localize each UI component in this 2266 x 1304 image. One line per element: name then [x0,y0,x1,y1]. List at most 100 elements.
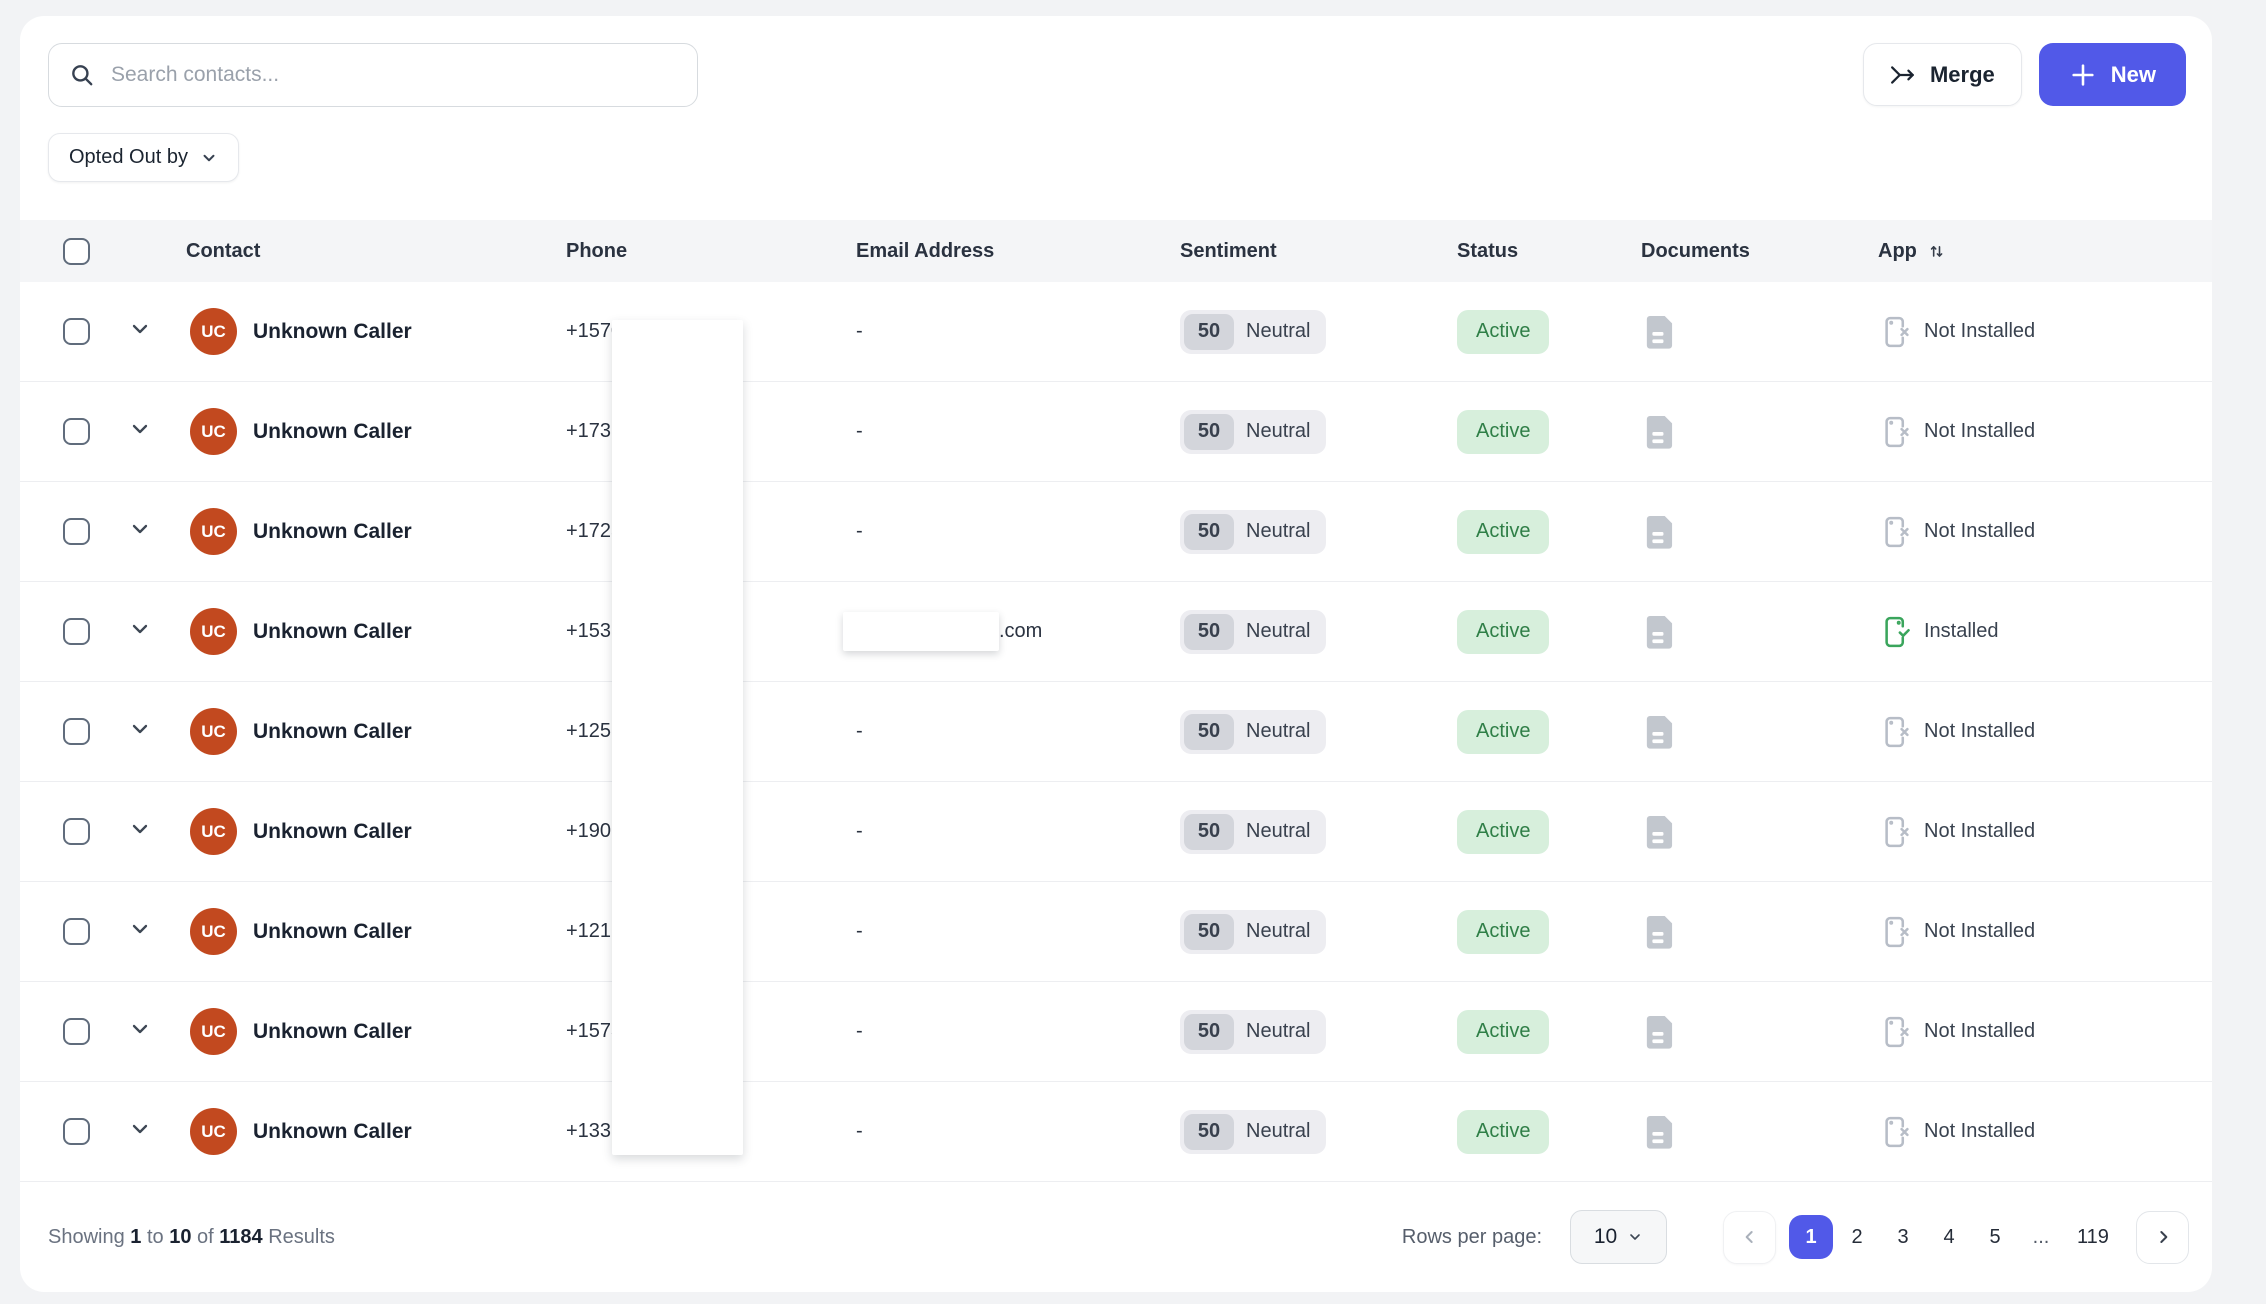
opted-out-by-filter[interactable]: Opted Out by [48,133,239,182]
sentiment-label: Neutral [1246,1120,1310,1143]
row-expand-chevron-icon[interactable] [128,317,152,341]
row-expand-chevron-icon[interactable] [128,1017,152,1041]
contact-cell[interactable]: UC Unknown Caller [186,408,566,455]
page-button[interactable]: 5 [1973,1215,2017,1259]
app-status-label: Not Installed [1924,720,2035,743]
sentiment-label: Neutral [1246,820,1310,843]
contact-name: Unknown Caller [253,520,412,544]
search-box [48,43,698,107]
page-button[interactable]: 2 [1835,1215,1879,1259]
page-button[interactable]: 1 [1789,1215,1833,1259]
sentiment-label: Neutral [1246,920,1310,943]
contact-cell[interactable]: UC Unknown Caller [186,908,566,955]
row-checkbox[interactable] [63,1118,90,1145]
app-status-label: Not Installed [1924,420,2035,443]
email-cell: - [856,1020,1180,1043]
status-badge: Active [1457,910,1549,954]
sentiment-label: Neutral [1246,620,1310,643]
document-icon[interactable] [1645,1113,1882,1151]
row-checkbox[interactable] [63,318,90,345]
row-expand-chevron-icon[interactable] [128,617,152,641]
email-redaction-overlay [843,612,999,651]
sort-icon[interactable] [1927,241,1947,261]
avatar: UC [190,508,237,555]
document-icon[interactable] [1645,713,1882,751]
app-status-label: Not Installed [1924,320,2035,343]
app-not-installed-icon [1882,1114,1912,1150]
filter-label: Opted Out by [69,146,188,169]
page-button[interactable]: 3 [1881,1215,1925,1259]
row-expand-chevron-icon[interactable] [128,717,152,741]
row-expand-chevron-icon[interactable] [128,517,152,541]
app-cell: Not Installed [1882,914,2212,950]
table-row: UC Unknown Caller +1573 - 50 Neutral Act… [20,982,2212,1082]
app-status-label: Not Installed [1924,1020,2035,1043]
contact-cell[interactable]: UC Unknown Caller [186,508,566,555]
prev-page-button[interactable] [1723,1211,1776,1264]
document-icon[interactable] [1645,813,1882,851]
table-row: UC Unknown Caller +1216 - 50 Neutral Act… [20,882,2212,982]
new-label: New [2111,62,2156,88]
app-status-label: Not Installed [1924,1120,2035,1143]
app-not-installed-icon [1882,814,1912,850]
select-all-checkbox[interactable] [63,238,90,265]
contact-cell[interactable]: UC Unknown Caller [186,808,566,855]
status-badge: Active [1457,310,1549,354]
app-cell: Not Installed [1882,514,2212,550]
document-icon[interactable] [1645,613,1882,651]
contact-name: Unknown Caller [253,420,412,444]
avatar: UC [190,708,237,755]
sentiment-badge: 50 Neutral [1180,510,1326,554]
page-button[interactable]: 119 [2065,1215,2121,1259]
row-checkbox[interactable] [63,1018,90,1045]
header-app: App [1878,240,1917,263]
header-status: Status [1457,240,1641,263]
merge-button[interactable]: Merge [1863,43,2022,106]
email-dash: - [856,720,863,742]
document-icon[interactable] [1645,313,1882,351]
contact-cell[interactable]: UC Unknown Caller [186,608,566,655]
row-checkbox[interactable] [63,518,90,545]
table-row: UC Unknown Caller +133 - 50 Neutral Acti… [20,1082,2212,1182]
row-expand-chevron-icon[interactable] [128,817,152,841]
row-checkbox[interactable] [63,618,90,645]
document-icon[interactable] [1645,413,1882,451]
document-icon[interactable] [1645,513,1882,551]
chevron-left-icon [1740,1227,1760,1247]
next-page-button[interactable] [2136,1211,2189,1264]
email-dash: - [856,920,863,942]
row-checkbox[interactable] [63,418,90,445]
document-icon[interactable] [1645,913,1882,951]
rows-per-page-select[interactable]: 10 [1570,1210,1667,1264]
row-checkbox[interactable] [63,818,90,845]
contact-cell[interactable]: UC Unknown Caller [186,1008,566,1055]
email-cell: - [856,1120,1180,1143]
app-cell: Not Installed [1882,714,2212,750]
header-phone: Phone [566,240,856,263]
merge-icon [1890,62,1916,88]
row-checkbox[interactable] [63,918,90,945]
row-expand-chevron-icon[interactable] [128,917,152,941]
avatar: UC [190,808,237,855]
document-icon[interactable] [1645,1013,1882,1051]
contact-cell[interactable]: UC Unknown Caller [186,1108,566,1155]
app-not-installed-icon [1882,914,1912,950]
contact-cell[interactable]: UC Unknown Caller [186,308,566,355]
sentiment-score: 50 [1184,414,1234,450]
app-not-installed-icon [1882,1014,1912,1050]
search-input[interactable] [111,63,677,87]
row-expand-chevron-icon[interactable] [128,1117,152,1141]
email-dash: - [856,320,863,342]
sentiment-badge: 50 Neutral [1180,710,1326,754]
app-status-label: Not Installed [1924,820,2035,843]
header-contact: Contact [186,240,566,263]
sentiment-badge: 50 Neutral [1180,410,1326,454]
contact-cell[interactable]: UC Unknown Caller [186,708,566,755]
page-button[interactable]: 4 [1927,1215,1971,1259]
new-button[interactable]: New [2039,43,2186,106]
table-row: UC Unknown Caller +125 - 50 Neutral Acti… [20,682,2212,782]
row-checkbox[interactable] [63,718,90,745]
email-cell: .com [856,612,1180,651]
row-expand-chevron-icon[interactable] [128,417,152,441]
contact-name: Unknown Caller [253,820,412,844]
